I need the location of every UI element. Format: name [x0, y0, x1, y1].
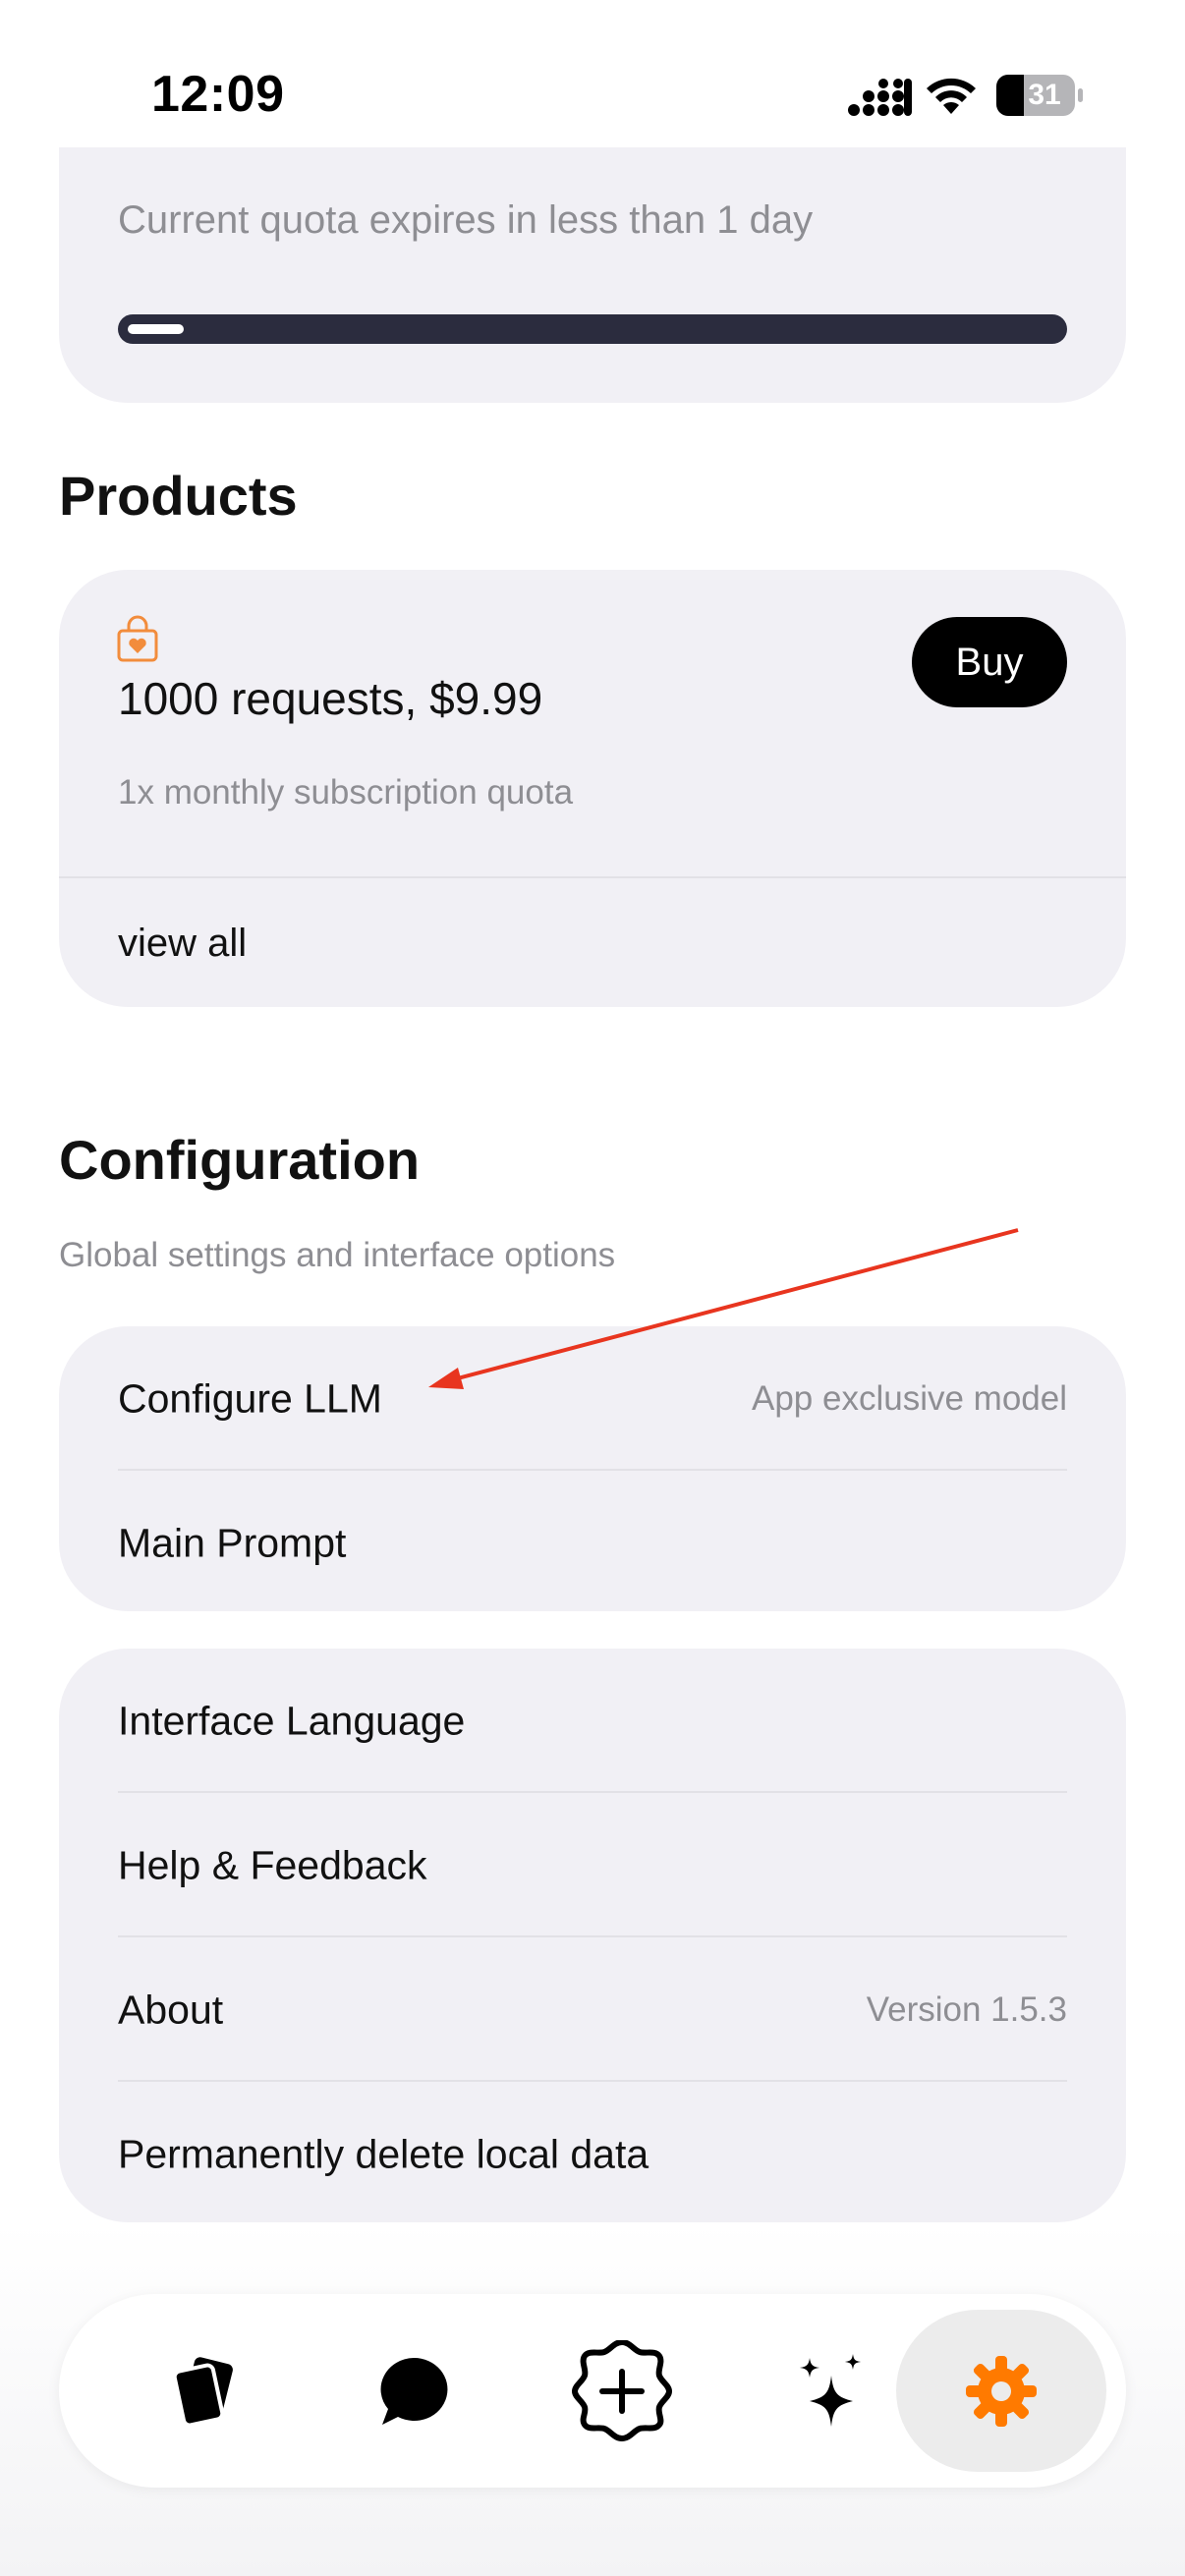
wifi-icon: [927, 78, 976, 114]
delete-local-data-row[interactable]: Permanently delete local data: [59, 2082, 1126, 2226]
buy-button[interactable]: Buy: [912, 617, 1067, 707]
divider: [59, 876, 1126, 878]
gear-icon: [966, 2355, 1037, 2427]
configuration-subtitle: Global settings and interface options: [59, 1236, 616, 1274]
products-card: 1000 requests, $9.99 1x monthly subscrip…: [59, 570, 1126, 1007]
chat-bubble-icon: [380, 2357, 448, 2425]
tab-cards[interactable]: [98, 2310, 309, 2472]
help-feedback-row[interactable]: Help & Feedback: [59, 1793, 1126, 1937]
cards-icon: [172, 2356, 233, 2427]
row-label: About: [118, 1987, 224, 2032]
quota-progress-fill: [128, 324, 184, 334]
cellular-signal-icon: [848, 79, 912, 116]
about-row[interactable]: About Version 1.5.3: [59, 1937, 1126, 2082]
battery-level: 31: [1028, 79, 1061, 111]
row-label: Interface Language: [118, 1698, 466, 1743]
quota-expiry-text: Current quota expires in less than 1 day: [118, 198, 814, 242]
config-group-general: Interface Language Help & Feedback About…: [59, 1649, 1126, 2222]
row-label: Configure LLM: [118, 1375, 382, 1421]
add-badge-icon: [571, 2339, 673, 2441]
row-label: Help & Feedback: [118, 1842, 427, 1887]
view-all-link[interactable]: view all: [118, 922, 247, 966]
configuration-section-title: Configuration: [59, 1129, 421, 1191]
shopping-bag-heart-icon: [117, 615, 158, 662]
row-label: Main Prompt: [118, 1520, 347, 1565]
row-label: Permanently delete local data: [118, 2131, 649, 2176]
interface-language-row[interactable]: Interface Language: [59, 1649, 1126, 1793]
product-title: 1000 requests, $9.99: [118, 673, 543, 724]
product-subtitle: 1x monthly subscription quota: [118, 773, 574, 812]
status-time: 12:09: [151, 66, 285, 123]
row-value: Version 1.5.3: [866, 1989, 1067, 2029]
sparkles-icon: [800, 2353, 861, 2427]
configure-llm-row[interactable]: Configure LLM App exclusive model: [59, 1326, 1126, 1471]
row-value: App exclusive model: [752, 1378, 1067, 1418]
quota-card: Current quota expires in less than 1 day: [59, 147, 1126, 403]
config-group-llm: Configure LLM App exclusive model Main P…: [59, 1326, 1126, 1611]
products-section-title: Products: [59, 465, 298, 527]
quota-progress-bar: [118, 314, 1067, 344]
tab-chat[interactable]: [309, 2310, 519, 2472]
tab-bar: [59, 2294, 1126, 2488]
tab-settings[interactable]: [896, 2310, 1106, 2472]
main-prompt-row[interactable]: Main Prompt: [59, 1471, 1126, 1615]
tab-create[interactable]: [517, 2310, 727, 2472]
